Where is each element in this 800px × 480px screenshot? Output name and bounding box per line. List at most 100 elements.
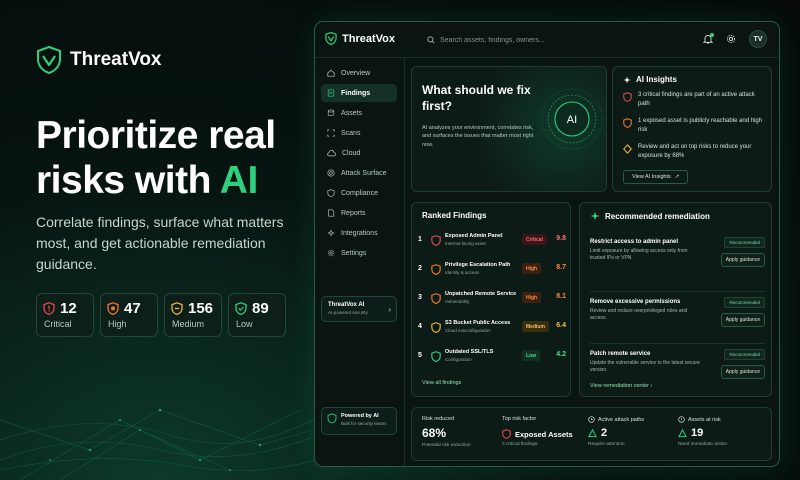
remediation-title-text: Recommended remediation	[605, 211, 710, 221]
stat-high: 47 High	[100, 293, 158, 337]
apply-guidance-button[interactable]: Apply guidance	[720, 253, 765, 267]
gear-icon[interactable]	[726, 34, 736, 44]
sidebar-item-label: Attack Surface	[341, 169, 387, 177]
remediation-item-desc: Limit exposure by allowing access only f…	[590, 248, 688, 262]
topbar-actions: TV	[703, 30, 767, 48]
ai-card-title: ThreatVox AI	[328, 302, 365, 308]
sidebar-item-findings[interactable]: Findings	[321, 84, 397, 102]
sidebar-item-label: Scans	[341, 129, 361, 137]
table-row[interactable]: 4 S3 Bucket Public Access Cloud misconfi…	[418, 318, 568, 342]
headline-line-2-prefix: risks with	[36, 158, 220, 202]
warning-icon	[678, 416, 685, 423]
remediation-item: Remove excessive permissions Review and …	[590, 297, 765, 327]
search-bar[interactable]	[423, 31, 613, 49]
sidebar-item-settings[interactable]: Settings	[321, 244, 397, 262]
sidebar-item-compliance[interactable]: Compliance	[321, 184, 397, 202]
insight-text: 1 exposed asset is publicly reachable an…	[638, 118, 763, 133]
sidebar-item-label: Findings	[341, 89, 371, 97]
sidebar-item-cloud[interactable]: Cloud	[321, 144, 397, 162]
stat-medium-value: 156	[188, 300, 214, 317]
severity-badge: Low	[522, 350, 540, 361]
risk-score: 6.4	[556, 322, 566, 329]
sparkle-icon	[623, 75, 631, 84]
finding-subtitle: Cloud misconfiguration	[445, 328, 491, 333]
kpi-strip: Risk reduced 68% Potential risk reductio…	[411, 407, 772, 461]
ranked-findings-title: Ranked Findings	[422, 211, 487, 220]
search-input[interactable]	[440, 36, 610, 44]
stat-critical-value: 12	[60, 300, 77, 317]
critical-shield-icon	[431, 235, 441, 246]
view-ai-insights-button[interactable]: View AI Insights ↗	[623, 170, 689, 184]
sidebar-item-label: Assets	[341, 109, 363, 117]
stat-high-value: 47	[124, 300, 141, 317]
threatvox-ai-card[interactable]: ThreatVox AI AI-powered security ›	[321, 296, 397, 322]
finding-subtitle: Internet-facing asset	[445, 241, 486, 246]
remediation-item: Restrict access to admin panel Limit exp…	[590, 237, 765, 267]
sidebar-item-reports[interactable]: Reports	[321, 204, 397, 222]
kpi-label: Assets at risk	[678, 416, 727, 423]
kpi-value-text: Exposed Assets	[515, 429, 573, 439]
database-icon	[327, 109, 335, 116]
findings-icon	[327, 89, 335, 97]
kpi-label: Active attack paths	[588, 416, 644, 423]
sidebar-item-label: Settings	[341, 249, 367, 257]
kpi-label-text: Assets at risk	[688, 416, 721, 423]
critical-shield-icon	[43, 302, 55, 315]
kpi-label: Risk reduced	[422, 416, 455, 422]
medium-shield-icon	[431, 322, 441, 333]
table-row[interactable]: 2 Privilege Escalation Path Identity & a…	[418, 260, 568, 284]
app-brand[interactable]: ThreatVox	[325, 32, 395, 45]
table-row[interactable]: 5 Outdated SSL/TLS Configuration Low 4.2	[418, 347, 568, 371]
ranked-findings-panel: Ranked Findings 1 Exposed Admin Panel In…	[411, 202, 571, 397]
sidebar-item-assets[interactable]: Assets	[321, 104, 397, 122]
risk-score: 8.7	[556, 264, 566, 271]
sidebar-item-label: Cloud	[342, 149, 361, 157]
avatar[interactable]: TV	[749, 30, 767, 48]
view-remediation-center-link[interactable]: View remediation center ›	[590, 383, 652, 389]
notifications-button[interactable]	[703, 33, 714, 44]
apply-guidance-button[interactable]: Apply guidance	[720, 313, 765, 327]
sidebar-item-label: Integrations	[341, 229, 378, 237]
critical-shield-icon	[623, 92, 632, 102]
finding-title: Unpatched Remote Service	[445, 291, 517, 297]
headline-accent: AI	[219, 158, 259, 202]
brand: ThreatVox	[36, 46, 162, 74]
sidebar-item-label: Reports	[341, 209, 366, 217]
insight-item: Review and act on top risks to reduce yo…	[623, 143, 768, 160]
finding-subtitle: Configuration	[445, 357, 472, 362]
medium-shield-icon	[171, 302, 183, 315]
chevron-right-icon: ›	[388, 305, 391, 314]
risk-score: 8.1	[556, 293, 566, 300]
sidebar-item-integrations[interactable]: Integrations	[321, 224, 397, 242]
medium-diamond-icon	[623, 144, 632, 154]
kpi-active-attack-paths: Active attack paths 2 Require attention	[588, 416, 644, 447]
sidebar-item-scans[interactable]: Scans	[321, 124, 397, 142]
headline-line-2: risks with AI	[36, 159, 276, 204]
rank-number: 5	[418, 352, 422, 359]
powered-subtitle: Built for security teams	[341, 421, 387, 426]
severity-stats: 12 Critical 47 High 156 Medium 89 Low	[36, 293, 286, 337]
gear-icon	[327, 249, 335, 257]
sidebar-item-label: Compliance	[341, 189, 378, 197]
kpi-sub: 3 critical findings	[502, 442, 538, 447]
clock-icon	[588, 416, 595, 423]
insight-text: Review and act on top risks to reduce yo…	[638, 144, 752, 159]
insight-item: 3 critical findings are part of an activ…	[623, 91, 768, 108]
table-row[interactable]: 3 Unpatched Remote Service Vulnerability…	[418, 289, 568, 313]
kpi-value: 68%	[422, 426, 447, 440]
stat-low: 89 Low	[228, 293, 286, 337]
severity-badge: Medium	[522, 321, 549, 332]
sidebar-item-attack-surface[interactable]: Attack Surface	[321, 164, 397, 182]
scan-icon	[327, 129, 335, 137]
remediation-item-desc: Review and reduce overprivileged roles a…	[590, 308, 688, 322]
severity-badge: High	[522, 292, 542, 303]
kpi-assets-at-risk: Assets at risk 19 Need immediate action	[678, 416, 727, 447]
app-brand-name: ThreatVox	[342, 32, 395, 45]
apply-guidance-button[interactable]: Apply guidance	[720, 365, 765, 379]
shield-icon	[327, 189, 335, 197]
brand-name: ThreatVox	[70, 49, 162, 70]
table-row[interactable]: 1 Exposed Admin Panel Internet-facing as…	[418, 231, 568, 255]
app-topbar: ThreatVox TV	[315, 22, 779, 58]
view-all-findings-link[interactable]: View all findings	[422, 380, 461, 386]
sidebar-item-overview[interactable]: Overview	[321, 64, 397, 82]
